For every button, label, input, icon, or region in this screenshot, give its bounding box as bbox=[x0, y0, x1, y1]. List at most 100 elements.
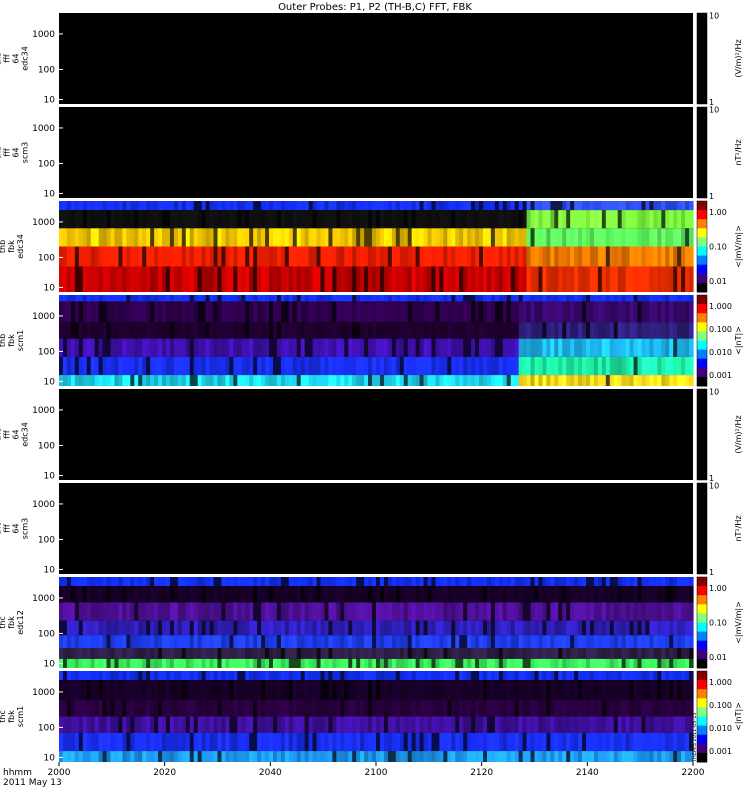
spectrogram-cell bbox=[348, 647, 353, 659]
spectrogram-cell bbox=[566, 301, 571, 323]
spectrogram-cell bbox=[589, 356, 595, 376]
spectrogram-cell bbox=[665, 658, 670, 668]
spectrogram-cell bbox=[344, 620, 349, 636]
spectrogram-cell bbox=[197, 635, 203, 648]
spectrogram-cell bbox=[74, 375, 80, 386]
spectrogram-cell bbox=[98, 671, 104, 681]
spectrogram-cell bbox=[225, 577, 230, 587]
spectrogram-cell bbox=[419, 301, 425, 323]
spectrogram-cell bbox=[364, 266, 369, 292]
spectrogram-cell bbox=[205, 680, 211, 701]
spectrogram-cell bbox=[86, 210, 92, 229]
spectrogram-cell bbox=[90, 732, 96, 752]
spectrogram-cell bbox=[154, 635, 159, 648]
spectrogram-cell bbox=[383, 635, 389, 648]
spectrogram-cell bbox=[249, 322, 254, 339]
spectrogram-cell bbox=[197, 716, 203, 733]
spectrogram-cell bbox=[383, 246, 389, 267]
spectrogram-cell bbox=[613, 658, 619, 668]
spectrogram-cell bbox=[169, 700, 175, 717]
spectrogram-cell bbox=[106, 658, 112, 668]
spectrogram-cell bbox=[514, 751, 520, 762]
spectrogram-cell bbox=[288, 356, 294, 376]
spectrogram-cell bbox=[415, 700, 421, 717]
spectrogram-cell bbox=[387, 577, 393, 587]
spectrogram-cell bbox=[193, 266, 199, 292]
spectrogram-cell bbox=[661, 700, 666, 717]
spectrogram-cell bbox=[681, 228, 686, 247]
spectrogram-cell bbox=[411, 246, 417, 267]
spectrogram-cell bbox=[189, 620, 195, 636]
spectrogram-cell bbox=[70, 322, 76, 339]
spectrogram-cell bbox=[185, 210, 191, 229]
spectrogram-cell bbox=[597, 732, 603, 752]
spectrogram-cell bbox=[403, 210, 409, 229]
spectrogram-cell bbox=[617, 338, 623, 357]
spectrogram-cell bbox=[669, 751, 674, 762]
spectrogram-cell bbox=[387, 586, 393, 603]
spectrogram-cell bbox=[328, 577, 334, 587]
spectrogram-cell bbox=[661, 732, 666, 752]
spectrogram-cell bbox=[272, 338, 278, 357]
spectrogram-cell bbox=[90, 671, 96, 681]
spectrogram-cell bbox=[138, 210, 143, 229]
spectrogram-cell bbox=[201, 680, 207, 701]
spectrogram-cell bbox=[554, 577, 559, 587]
spectrogram-cell bbox=[550, 356, 555, 376]
spectrogram-cell bbox=[582, 586, 587, 603]
spectrogram-cell bbox=[617, 635, 623, 648]
spectrogram-cell bbox=[538, 301, 544, 323]
spectrogram-cell bbox=[609, 635, 615, 648]
spectrogram-cell bbox=[154, 658, 159, 668]
spectrogram-cell bbox=[506, 716, 512, 733]
spectrogram-cell bbox=[530, 680, 536, 701]
spectrogram-cell bbox=[336, 375, 341, 386]
spectrogram-cell bbox=[546, 375, 551, 386]
spectrogram-cell bbox=[661, 680, 666, 701]
spectrogram-cell bbox=[494, 375, 500, 386]
spectrogram-cell bbox=[475, 201, 480, 211]
spectrogram-cell bbox=[106, 210, 112, 229]
spectrogram-cell bbox=[213, 732, 219, 752]
spectrogram-cell bbox=[316, 635, 322, 648]
spectrogram-cell bbox=[324, 635, 330, 648]
spectrogram-cell bbox=[292, 322, 298, 339]
spectrogram-cell bbox=[253, 301, 258, 323]
spectrogram-cell bbox=[344, 671, 349, 681]
spectrogram-cell bbox=[490, 228, 496, 247]
spectrogram-cell bbox=[114, 246, 120, 267]
spectrogram-cell bbox=[510, 201, 516, 211]
spectrogram-cell bbox=[391, 201, 397, 211]
panel-label-line: scm1 bbox=[16, 330, 25, 351]
spectrogram-cell bbox=[229, 602, 234, 621]
colorbar-tick-label: 1.000 bbox=[709, 302, 732, 311]
spectrogram-cell bbox=[566, 671, 571, 681]
spectrogram-cell bbox=[467, 295, 472, 302]
spectrogram-cell bbox=[633, 295, 639, 302]
spectrogram-cell bbox=[368, 338, 373, 357]
spectrogram-cell bbox=[657, 228, 662, 247]
spectrogram-cell bbox=[158, 201, 163, 211]
spectrogram-cell bbox=[269, 635, 274, 648]
spectrogram-cell bbox=[312, 647, 318, 659]
spectrogram-cell bbox=[276, 210, 282, 229]
spectrogram-cell bbox=[439, 228, 444, 247]
spectrogram-cell bbox=[403, 295, 409, 302]
spectrogram-cell bbox=[609, 716, 615, 733]
spectrogram-cell bbox=[253, 732, 258, 752]
spectrogram-cell bbox=[538, 658, 544, 668]
spectrogram-cell bbox=[550, 301, 555, 323]
spectrogram-cell bbox=[423, 732, 429, 752]
spectrogram-cell bbox=[189, 301, 195, 323]
spectrogram-cell bbox=[162, 295, 167, 302]
spectrogram-cell bbox=[229, 620, 234, 636]
spectrogram-cell bbox=[229, 716, 234, 733]
spectrogram-cell bbox=[617, 295, 623, 302]
spectrogram-cell bbox=[645, 295, 651, 302]
spectrogram-cell bbox=[641, 266, 647, 292]
spectrogram-cell bbox=[269, 647, 274, 659]
spectrogram-cell bbox=[162, 210, 167, 229]
spectrogram-cell bbox=[582, 301, 587, 323]
spectrogram-cell bbox=[300, 338, 306, 357]
spectrogram-cell bbox=[233, 266, 238, 292]
